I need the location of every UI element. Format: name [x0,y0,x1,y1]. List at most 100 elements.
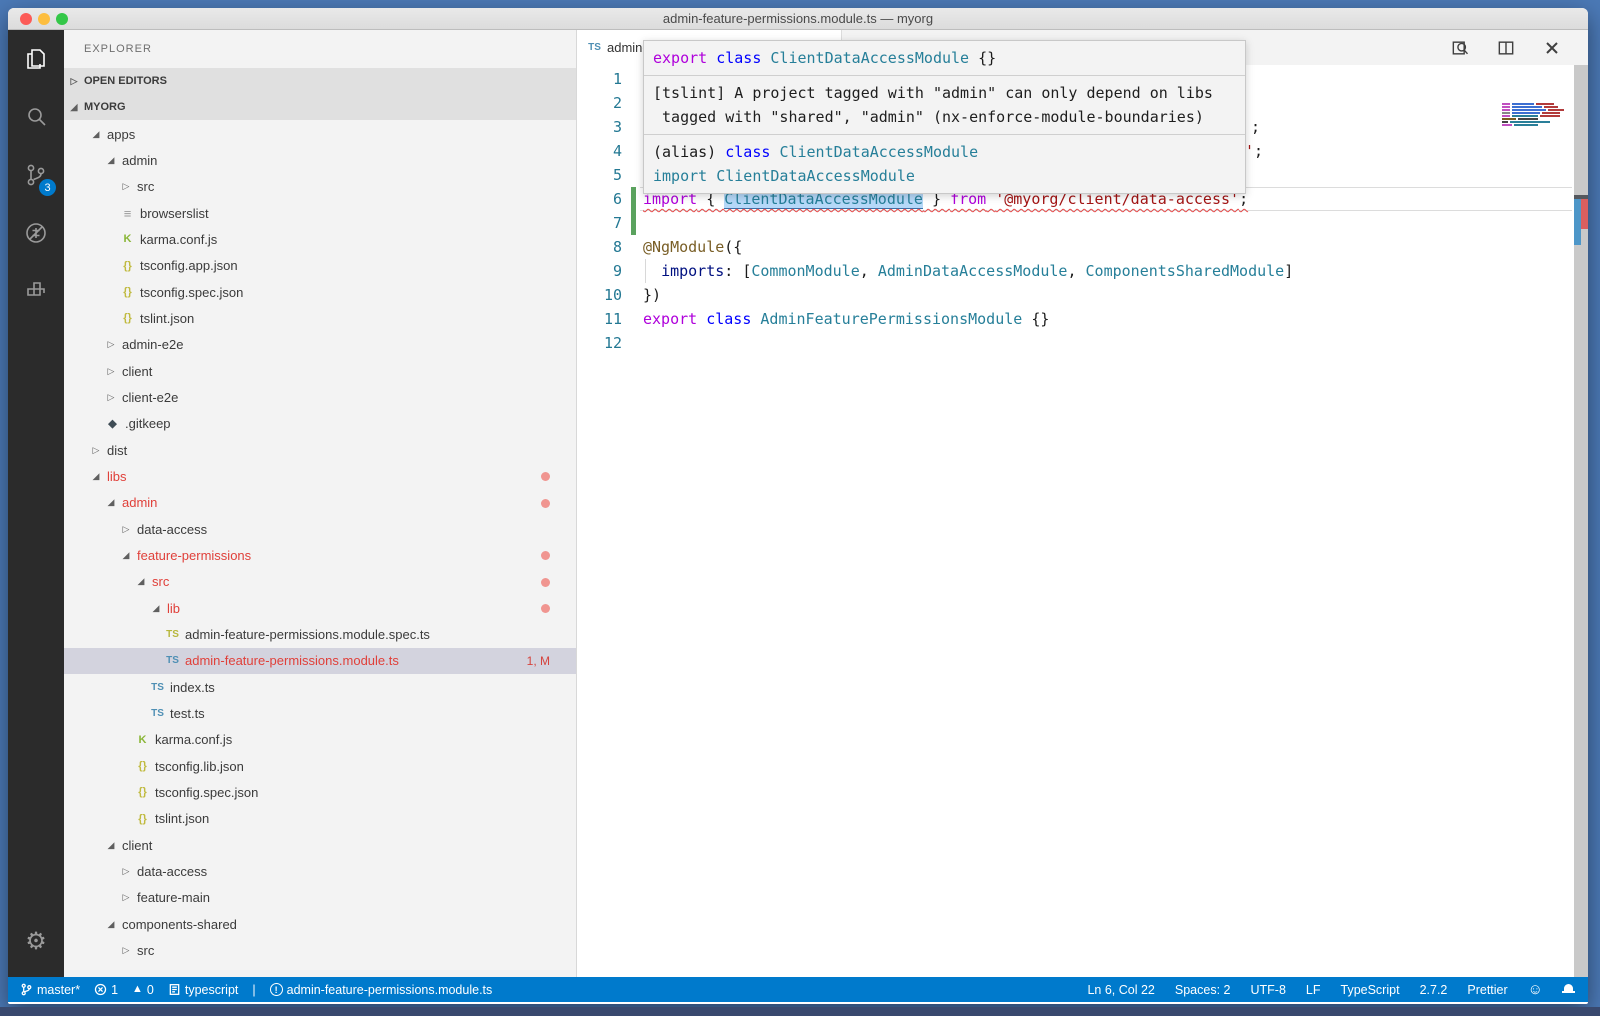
activity-source-control-icon[interactable]: 3 [8,146,64,204]
close-window-button[interactable] [20,13,32,25]
status-item-label: Ln 6, Col 22 [1087,983,1154,997]
tree-folder-client-e2e[interactable]: ▷client-e2e [64,384,576,410]
minimap[interactable] [1502,103,1572,127]
overview-ruler[interactable] [1574,65,1588,977]
status-info-circle[interactable]: !admin-feature-permissions.module.ts [270,983,493,997]
section-open-editors[interactable]: ▷OPEN EDITORS [64,68,576,94]
activity-bar: 3⚙ [8,30,64,977]
activity-settings-gear-icon[interactable]: ⚙ [8,913,64,971]
tree-folder-apps[interactable]: ◢apps [64,121,576,147]
twisty-collapsed-icon: ▷ [120,524,132,535]
tree-item-label: admin [122,495,157,510]
tree-folder-admin[interactable]: ◢admin [64,490,576,516]
minimap-segment [1502,103,1510,105]
tree-folder-dist[interactable]: ▷dist [64,437,576,463]
tree-file-tsconfig-spec-json[interactable]: {}tsconfig.spec.json [64,779,576,805]
tree-folder-src[interactable]: ◢src [64,569,576,595]
twisty-collapsed-icon: ▷ [105,392,117,403]
tree-folder-admin[interactable]: ◢admin [64,147,576,173]
json-file-icon: {} [120,312,135,324]
tree-file-browserslist[interactable]: ≡browserslist [64,200,576,226]
tree-folder-client[interactable]: ◢client [64,832,576,858]
tree-folder-admin-e2e[interactable]: ▷admin-e2e [64,332,576,358]
minimize-window-button[interactable] [38,13,50,25]
tree-file-karma-conf-js[interactable]: Kkarma.conf.js [64,226,576,252]
find-in-file-icon[interactable] [1450,38,1470,58]
minimap-segment [1512,103,1534,105]
status-typescript[interactable]: TypeScript [1341,983,1400,997]
status-bell[interactable] [1563,984,1574,995]
tree-folder-src[interactable]: ▷src [64,937,576,963]
tree-item-label: src [137,943,154,958]
tree-file-admin-feature-permissions-module-spec-ts[interactable]: TSadmin-feature-permissions.module.spec.… [64,621,576,647]
close-editor-icon[interactable] [1542,38,1562,58]
tree-file-test-ts[interactable]: TStest.ts [64,700,576,726]
minimap-segment [1514,124,1538,126]
activity-explorer-icon[interactable] [8,30,64,88]
tree-file-tslint-json[interactable]: {}tslint.json [64,806,576,832]
tree-file-tsconfig-app-json[interactable]: {}tsconfig.app.json [64,253,576,279]
tree-file-tslint-json[interactable]: {}tslint.json [64,305,576,331]
minimap-line [1502,118,1572,120]
tree-folder-feature-permissions[interactable]: ◢feature-permissions [64,542,576,568]
maximize-window-button[interactable] [56,13,68,25]
status-item-label: | [252,983,255,997]
json-file-icon: {} [135,813,150,825]
status-ln-6-col-22[interactable]: Ln 6, Col 22 [1087,983,1154,997]
status-error-circle[interactable]: 1 [94,983,118,997]
tree-folder-libs[interactable]: ◢libs [64,463,576,489]
json-file-icon: {} [120,260,135,272]
editor-actions [1450,30,1562,65]
status-item-label: typescript [185,983,239,997]
activity-debug-icon[interactable] [8,204,64,262]
code-token: export [643,310,697,328]
tree-folder-data-access[interactable]: ▷data-access [64,858,576,884]
json-file-icon: {} [120,286,135,298]
line-number: 3 [577,115,622,139]
tree-file-tsconfig-lib-json[interactable]: {}tsconfig.lib.json [64,753,576,779]
section-myorg[interactable]: ◢MYORG [64,94,576,120]
status-spaces-2[interactable]: Spaces: 2 [1175,983,1231,997]
tree-folder-lib[interactable]: ◢lib [64,595,576,621]
status-lf[interactable]: LF [1306,983,1321,997]
tree-folder-src[interactable]: ▷src [64,174,576,200]
problem-dot-badge [541,551,550,560]
code-token: class [706,310,751,328]
tree-folder-feature-main[interactable]: ▷feature-main [64,885,576,911]
tree-item-label: karma.conf.js [140,232,217,247]
code-token: ComponentsSharedModule [1086,262,1285,280]
twisty-collapsed-icon: ▷ [105,339,117,350]
tree-folder-components-shared[interactable]: ◢components-shared [64,911,576,937]
code-line-10[interactable]: }) [643,283,661,307]
code-token: ClientDataAccessModule [716,167,915,185]
git-branch-icon [20,983,33,996]
status-2-7-2[interactable]: 2.7.2 [1420,983,1448,997]
code-editor[interactable]: 123456import { ClientDataAccessModule } … [577,65,1588,977]
bell-notifications-icon [1563,984,1574,995]
activity-search-icon[interactable] [8,88,64,146]
tree-file-tsconfig-spec-json[interactable]: {}tsconfig.spec.json [64,279,576,305]
status-prettier[interactable]: Prettier [1467,983,1507,997]
title-bar[interactable]: admin-feature-permissions.module.ts — my… [8,8,1588,30]
explorer-sidebar: EXPLORER ▷OPEN EDITORS◢MYORG ◢apps◢admin… [64,30,577,977]
code-line-9[interactable]: imports: [CommonModule, AdminDataAccessM… [643,259,1293,283]
git-status-badge: 1, M [527,654,550,668]
code-line-11[interactable]: export class AdminFeaturePermissionsModu… [643,307,1049,331]
activity-extensions-icon[interactable] [8,262,64,320]
code-line-8[interactable]: @NgModule({ [643,235,742,259]
split-editor-icon[interactable] [1496,38,1516,58]
twisty-collapsed-icon: ▷ [120,892,132,903]
tree-folder-client[interactable]: ▷client [64,358,576,384]
tree-file-index-ts[interactable]: TSindex.ts [64,674,576,700]
status-warning-triangle[interactable]: ▲0 [132,983,154,997]
status-smiley[interactable]: ☺ [1528,982,1543,997]
tree-item-label: dist [107,443,127,458]
status-utf-8[interactable]: UTF-8 [1250,983,1285,997]
tree-file--gitkeep[interactable]: ◆.gitkeep [64,411,576,437]
code-token: export [653,49,716,67]
tree-folder-data-access[interactable]: ▷data-access [64,516,576,542]
status-git-branch[interactable]: master* [20,983,80,997]
tree-file-admin-feature-permissions-module-ts[interactable]: TSadmin-feature-permissions.module.ts1, … [64,648,576,674]
status-doc-edit[interactable]: typescript [168,983,239,997]
tree-file-karma-conf-js[interactable]: Kkarma.conf.js [64,727,576,753]
